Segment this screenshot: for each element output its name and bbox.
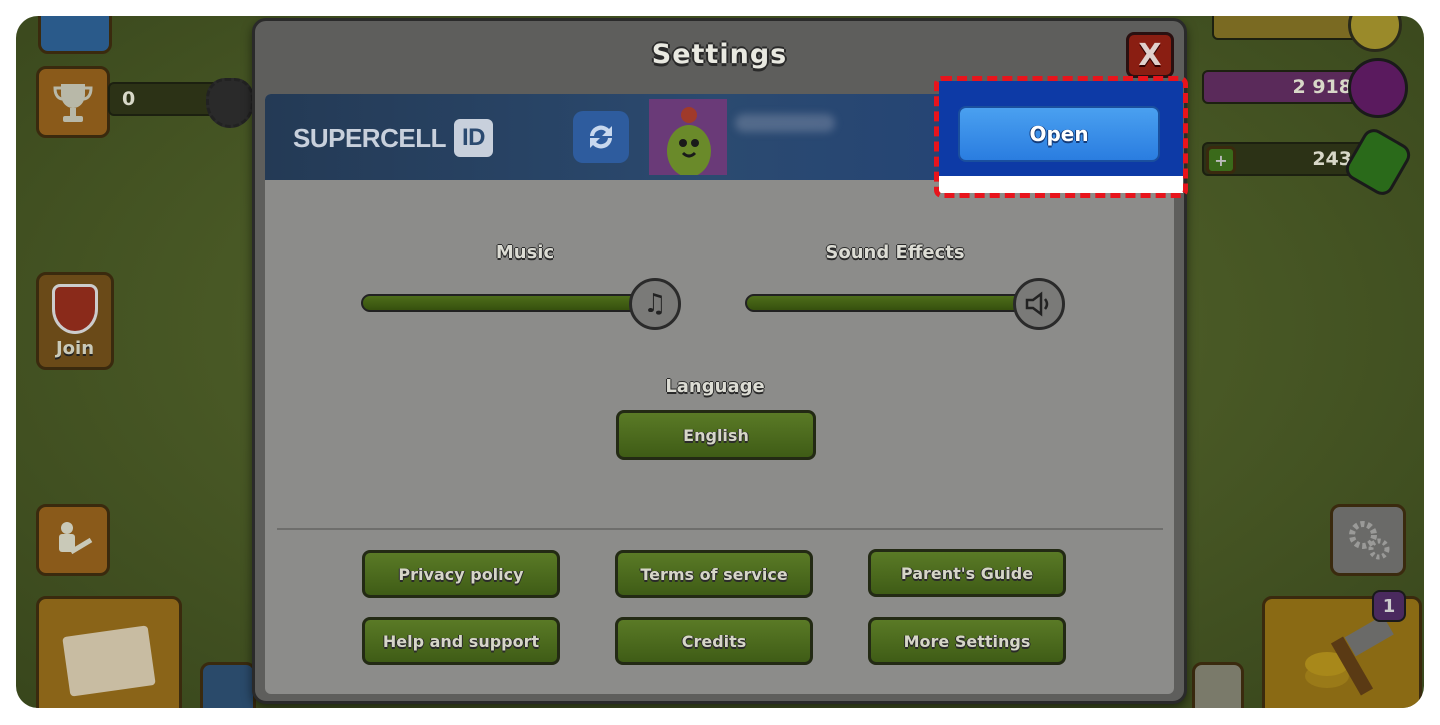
language-select[interactable]: English — [616, 410, 816, 460]
sound-effects-label: Sound Effects — [825, 242, 965, 263]
help-and-support-label: Help and support — [382, 631, 540, 651]
more-settings-button[interactable]: More Settings — [868, 617, 1066, 665]
game-screen: 0 Join 2 918 243 + 1 Settings X SUPERCEL… — [16, 16, 1424, 708]
language-label: Language — [665, 376, 765, 397]
divider — [277, 528, 1163, 530]
elixir-bar: 2 918 — [1202, 70, 1366, 104]
sound-effects-slider-knob[interactable] — [1013, 278, 1065, 330]
add-gems-button[interactable]: + — [1206, 146, 1236, 174]
privacy-policy-button[interactable]: Privacy policy — [362, 550, 560, 598]
terms-of-service-label: Terms of service — [640, 564, 788, 584]
close-icon: X — [1138, 37, 1162, 73]
help-and-support-button[interactable]: Help and support — [362, 617, 560, 665]
language-value: English — [683, 425, 749, 445]
avatar — [649, 99, 727, 175]
elixir-value: 2 918 — [1292, 76, 1353, 98]
sound-effects-slider[interactable] — [745, 294, 1045, 312]
parents-guide-button[interactable]: Parent's Guide — [868, 549, 1066, 597]
top-left-tile[interactable] — [38, 16, 112, 54]
attack-map-button[interactable] — [36, 596, 182, 708]
trophy-count: 0 — [122, 88, 136, 110]
join-label: Join — [55, 337, 95, 359]
credits-label: Credits — [681, 631, 747, 651]
parents-guide-label: Parent's Guide — [900, 563, 1034, 583]
supercell-id-badge: ID — [453, 119, 493, 157]
terms-of-service-button[interactable]: Terms of service — [615, 550, 813, 598]
music-note-icon: ♫ — [643, 289, 667, 319]
supercell-brand-text: SUPERCELL — [293, 122, 446, 153]
gem-icon — [1341, 124, 1415, 200]
league-shield-icon — [206, 78, 254, 128]
more-settings-label: More Settings — [903, 631, 1031, 651]
builder-badge-count: 1 — [1382, 595, 1396, 617]
settings-gear-button[interactable] — [1330, 504, 1406, 576]
close-button[interactable]: X — [1126, 32, 1174, 78]
music-slider[interactable] — [361, 294, 661, 312]
map-icon — [62, 625, 156, 697]
clan-shield-icon — [52, 283, 98, 334]
player-name-blurred — [735, 114, 835, 132]
builder-badge: 1 — [1372, 590, 1406, 622]
task-list-button[interactable] — [1192, 662, 1244, 708]
attack-log-button[interactable] — [36, 504, 110, 576]
supercell-id-logo: SUPERCELL ID — [293, 118, 493, 158]
sync-icon — [590, 125, 612, 149]
bottom-slot-button[interactable] — [200, 662, 256, 708]
supercell-id-open-button[interactable]: Open — [958, 106, 1160, 162]
open-button-label: Open — [1029, 122, 1089, 146]
clan-join-button[interactable]: Join — [36, 272, 114, 370]
switch-account-button[interactable] — [573, 111, 629, 163]
trophy-icon[interactable] — [36, 66, 110, 138]
credits-button[interactable]: Credits — [615, 617, 813, 665]
music-slider-knob[interactable]: ♫ — [629, 278, 681, 330]
privacy-policy-label: Privacy policy — [398, 564, 524, 584]
modal-title: Settings — [651, 38, 788, 70]
music-label: Music — [495, 242, 555, 263]
speaker-icon — [1025, 291, 1049, 317]
elixir-icon — [1348, 58, 1408, 118]
gold-icon — [1348, 16, 1402, 52]
